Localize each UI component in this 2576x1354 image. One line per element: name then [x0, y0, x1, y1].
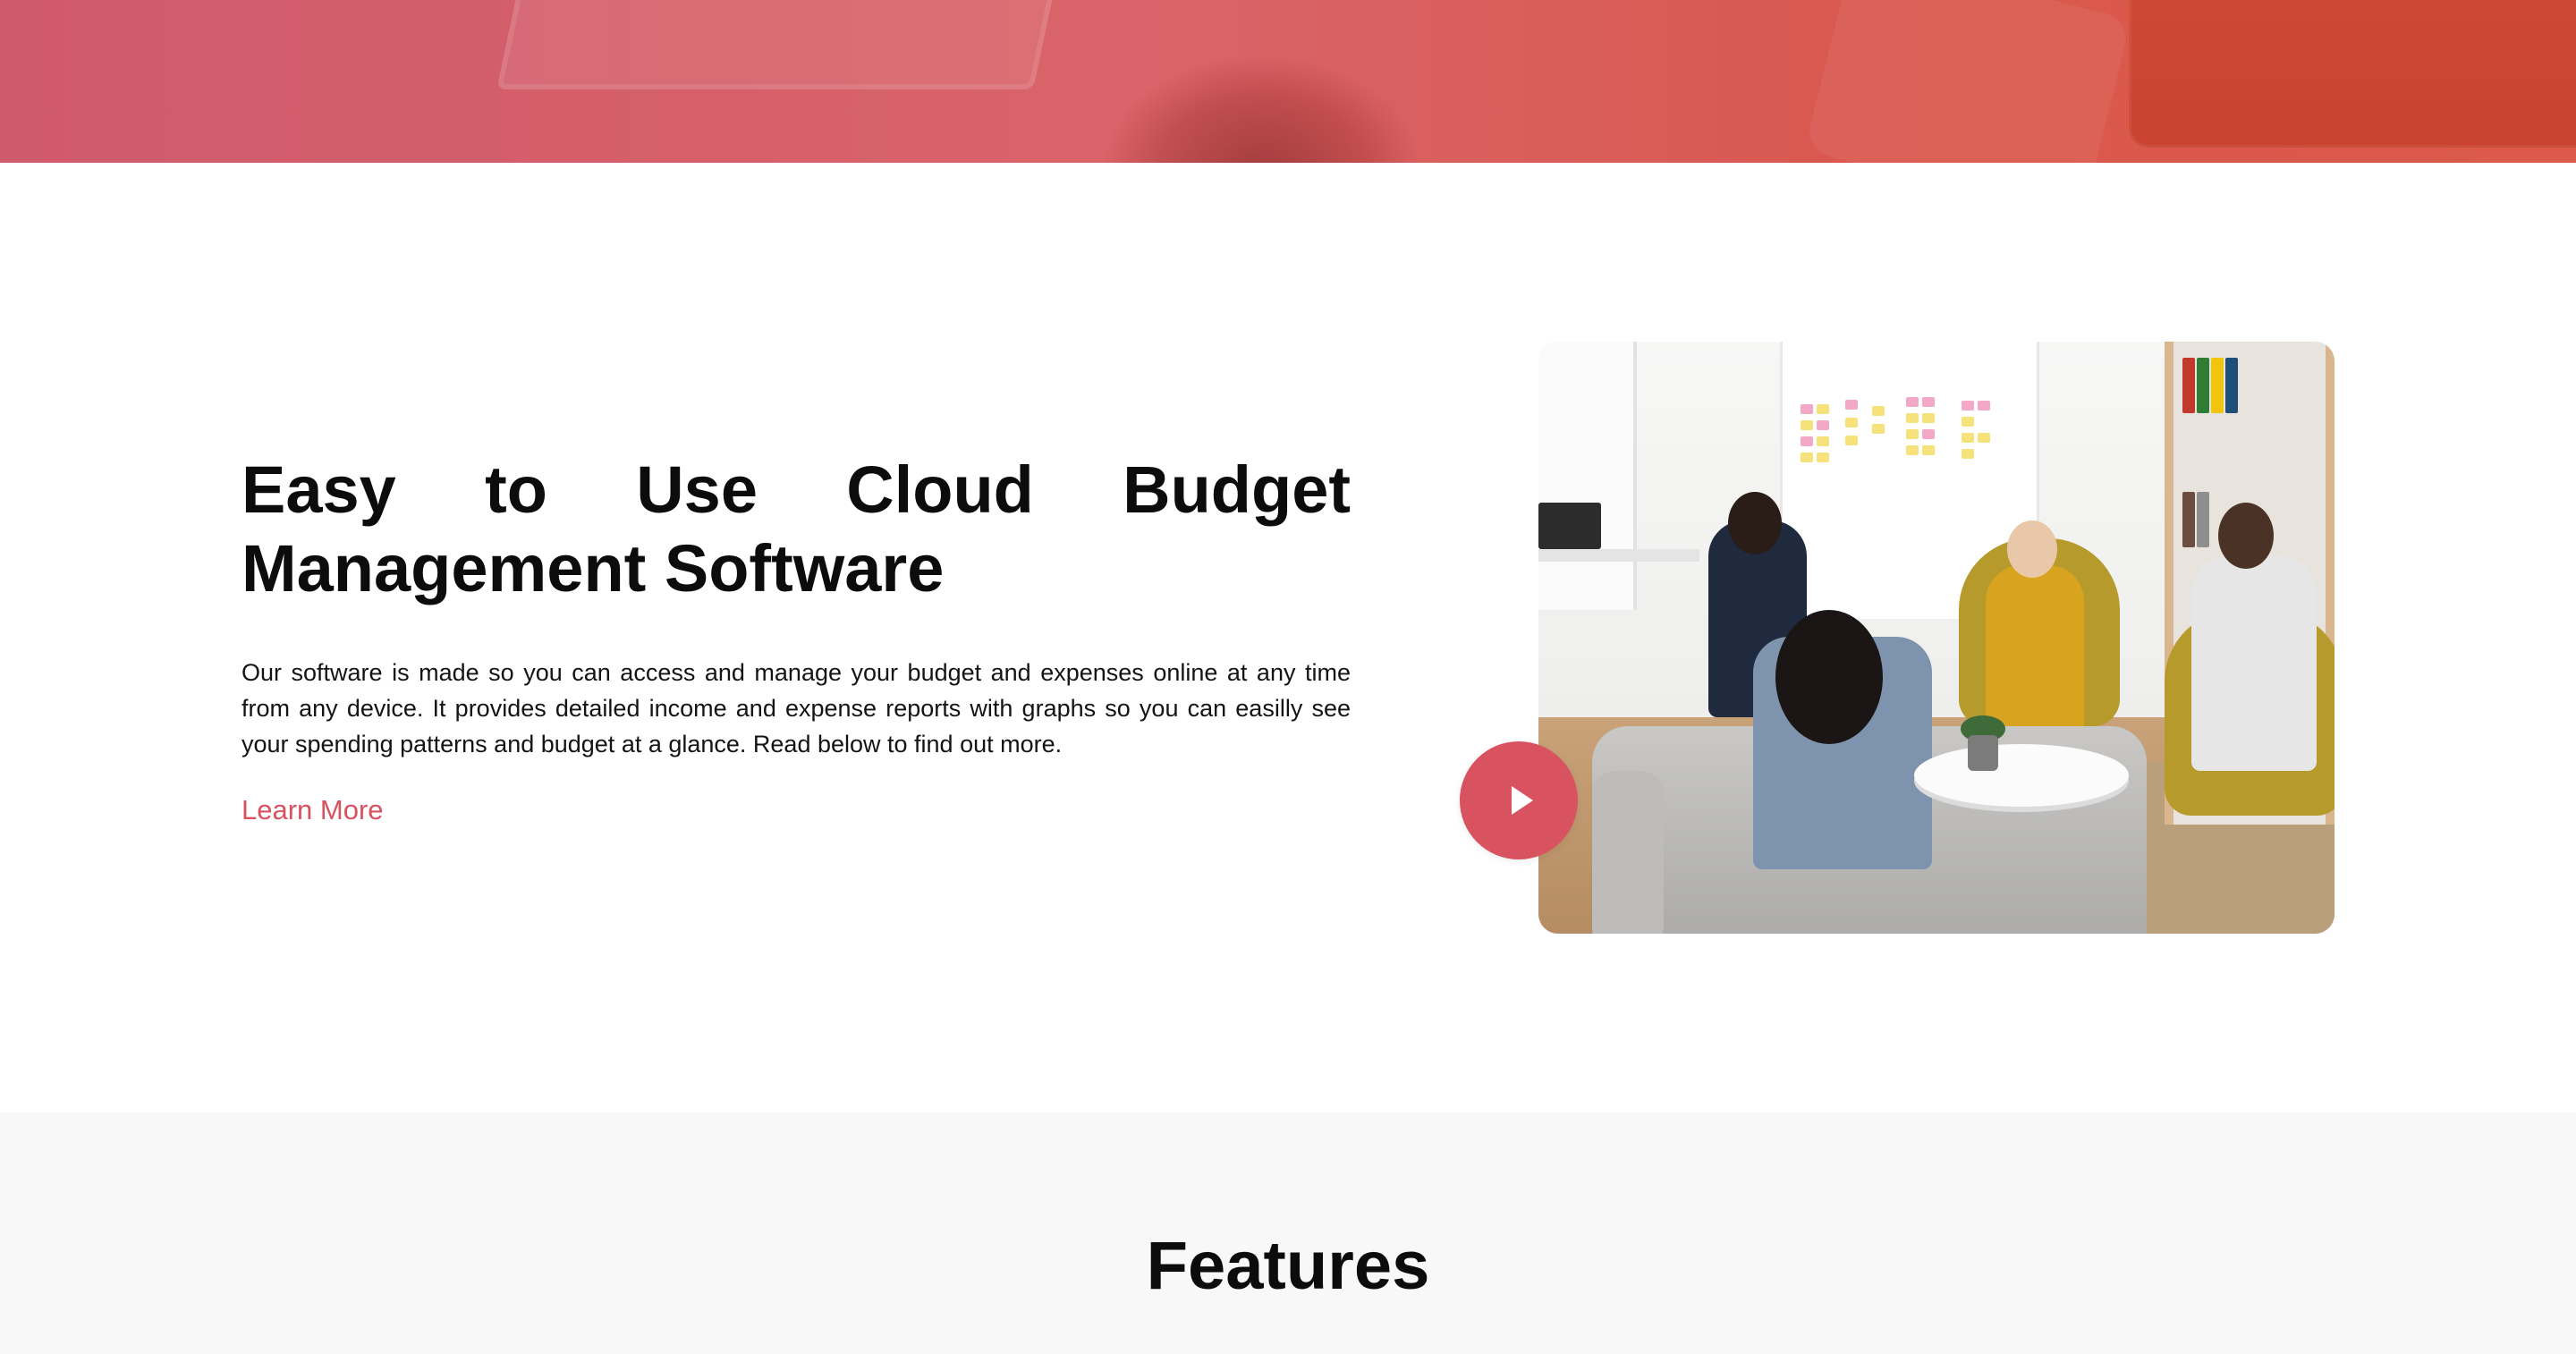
thumb-sticky-note — [1801, 436, 1813, 446]
intro-description: Our software is made so you can access a… — [242, 659, 1351, 757]
hero-person-shape — [1100, 54, 1422, 163]
hero-fabric-shape — [1803, 0, 2132, 163]
thumb-sticky-note — [1922, 445, 1935, 455]
thumb-window — [1538, 342, 1637, 610]
thumb-sofa-arm — [1592, 771, 1664, 934]
thumb-sticky-note — [1817, 404, 1829, 414]
thumb-sticky-note — [1817, 420, 1829, 430]
thumb-sticky-note — [1817, 436, 1829, 446]
thumb-sticky-note — [1906, 397, 1919, 407]
thumb-sticky-note — [1906, 429, 1919, 439]
thumb-person-head — [2007, 520, 2057, 578]
intro-text-block: Easy to Use Cloud Budget Management Soft… — [242, 451, 1351, 826]
thumb-sticky-note — [1845, 436, 1858, 445]
thumb-book — [2225, 358, 2238, 413]
thumb-monitor — [1538, 503, 1601, 549]
thumb-person-head — [1728, 492, 1782, 554]
thumb-sticky-note — [1978, 433, 1990, 443]
thumb-sticky-note — [1978, 401, 1990, 410]
thumb-sticky-note — [1922, 429, 1935, 439]
thumb-sticky-note — [1962, 401, 1974, 410]
thumb-desk — [1538, 549, 1699, 562]
thumb-person — [2191, 556, 2317, 771]
thumb-coffee-table — [1914, 744, 2129, 807]
play-icon — [1512, 786, 1533, 815]
intro-title-line1: Easy to Use Cloud Budget — [242, 453, 1351, 527]
thumb-sticky-note — [1845, 400, 1858, 410]
thumb-sticky-note — [1817, 453, 1829, 462]
thumb-sticky-note — [1962, 433, 1974, 443]
thumb-sticky-note — [1872, 424, 1885, 434]
thumb-sticky-note — [1801, 404, 1813, 414]
thumb-sticky-note — [1801, 453, 1813, 462]
thumb-book — [2211, 358, 2224, 413]
intro-title-line2: Management Software — [242, 531, 945, 605]
thumb-sticky-note — [1845, 418, 1858, 427]
hero-cushion-shape — [2129, 0, 2576, 148]
thumb-book — [2182, 492, 2195, 547]
thumb-sticky-note — [1872, 406, 1885, 416]
thumb-sticky-note — [1906, 413, 1919, 423]
features-heading: Features — [1146, 1228, 1430, 1304]
features-section: Features — [0, 1113, 2576, 1354]
thumb-sticky-note — [1801, 420, 1813, 430]
thumb-sticky-note — [1962, 417, 1974, 427]
hero-laptop-shape — [496, 0, 1060, 89]
thumb-sticky-note — [1922, 397, 1935, 407]
play-video-button[interactable] — [1460, 741, 1578, 859]
thumb-person-head — [1775, 610, 1883, 744]
thumb-sticky-note — [1906, 445, 1919, 455]
intro-section: Easy to Use Cloud Budget Management Soft… — [0, 163, 2576, 1113]
thumb-sticky-note — [1962, 449, 1974, 459]
hero-banner — [0, 0, 2576, 163]
video-thumbnail[interactable] — [1538, 342, 2334, 934]
thumb-person — [1986, 565, 2084, 744]
learn-more-link[interactable]: Learn More — [242, 794, 384, 826]
thumb-book — [2182, 358, 2195, 413]
thumb-book — [2197, 492, 2209, 547]
thumb-book — [2197, 358, 2209, 413]
thumb-plant-pot — [1968, 735, 1998, 771]
thumb-person-head — [2218, 503, 2274, 569]
thumb-sticky-note — [1922, 413, 1935, 423]
intro-title: Easy to Use Cloud Budget Management Soft… — [242, 451, 1351, 608]
